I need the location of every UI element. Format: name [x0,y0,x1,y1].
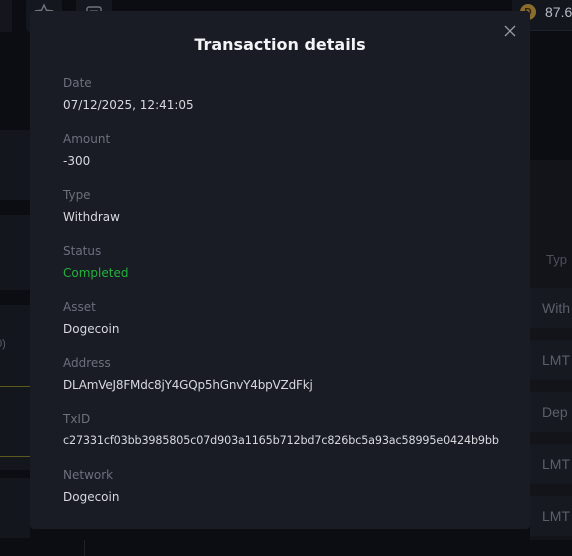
transaction-details-modal: Transaction details Date 07/12/2025, 12:… [30,11,530,529]
header-divider [530,30,572,31]
table-row-1-type: With [542,300,570,316]
network-value: Dogecoin [63,490,120,504]
type-label: Type [63,188,91,202]
date-label: Date [63,76,92,90]
table-row-2-type: LMT [542,352,570,368]
table-row-5-type: LMT [542,508,570,524]
amount-label: Amount [63,132,111,146]
bottom-divider [84,540,85,556]
table-row-4-type: LMT [542,456,570,472]
asset-value: Dogecoin [63,322,120,336]
close-button[interactable] [500,23,520,43]
balance-amount: 87.6 [545,4,572,20]
status-value: Completed [63,266,129,280]
amount-field: Amount -300 [63,131,110,169]
status-field: Status Completed [63,243,128,281]
txid-value[interactable]: c27331cf03bb3985805c07d903a1165b712bd7c8… [63,433,499,449]
date-value: 07/12/2025, 12:41:05 [63,98,194,112]
amount-value: -300 [63,154,91,168]
left-fragment-text: 0) [0,338,6,350]
table-header-type: Typ [546,252,567,267]
network-label: Network [63,468,114,482]
network-field: Network Dogecoin [63,467,119,505]
left-card-3 [0,305,30,470]
chart-line-1 [0,386,30,387]
address-field: Address DLAmVeJ8FMdc8jY4GQp5hGnvY4bpVZdF… [63,355,313,393]
close-icon [504,24,516,42]
asset-field: Asset Dogecoin [63,299,119,337]
address-value[interactable]: DLAmVeJ8FMdc8jY4GQp5hGnvY4bpVZdFkj [63,377,313,393]
date-field: Date 07/12/2025, 12:41:05 [63,75,194,113]
screen: Ð 87.6 0) Typ With LMT Dep LMT LMT Trans… [0,0,572,556]
left-footer [0,478,30,538]
type-field: Type Withdraw [63,187,120,225]
address-label: Address [63,356,111,370]
type-value: Withdraw [63,210,120,224]
asset-label: Asset [63,300,96,314]
left-card-2 [0,215,30,290]
left-card-1 [0,130,30,200]
txid-label: TxID [63,412,91,426]
status-label: Status [63,244,102,258]
modal-title: Transaction details [194,35,366,54]
txid-field: TxID c27331cf03bb3985805c07d903a1165b712… [63,411,499,449]
left-panel [0,0,12,32]
chart-line-2 [0,456,30,457]
table-row-3-type: Dep [542,404,568,420]
